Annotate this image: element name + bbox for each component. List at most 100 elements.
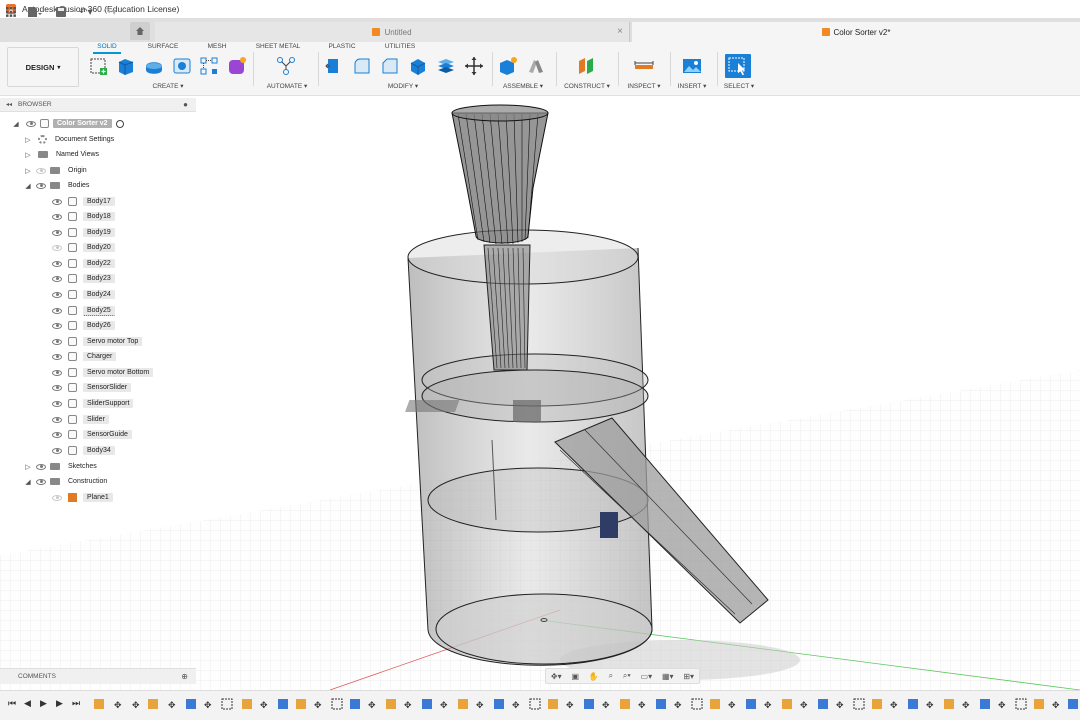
save-icon[interactable] (54, 4, 68, 20)
tree-item-body[interactable]: Body22 (52, 257, 115, 270)
tree-item-body[interactable]: SensorGuide (52, 428, 132, 441)
zoom-window-icon[interactable]: ⌕ (609, 671, 613, 681)
panel-options-icon[interactable]: ● (183, 100, 188, 109)
tree-item-named-views[interactable]: ▷ Named Views (24, 148, 99, 161)
display-settings-icon[interactable]: ▭▾ (641, 672, 653, 681)
visibility-eye-icon[interactable] (52, 400, 62, 407)
measure-icon[interactable] (634, 56, 654, 76)
tree-item-body[interactable]: Body18 (52, 210, 115, 223)
tree-item-body[interactable]: Body19 (52, 226, 115, 239)
tree-item-document-settings[interactable]: ▷ Document Settings (24, 133, 114, 146)
select-tool-button[interactable] (725, 54, 751, 78)
visibility-eye-icon[interactable] (36, 182, 46, 189)
3d-viewport[interactable] (0, 96, 1080, 690)
tree-item-body[interactable]: Servo motor Bottom (52, 366, 154, 379)
tree-item-body[interactable]: Body34 (52, 444, 115, 457)
pan-icon[interactable]: ✋ (589, 672, 599, 681)
combine-icon[interactable] (436, 56, 456, 76)
visibility-eye-icon[interactable] (52, 198, 62, 205)
expanded-icon[interactable]: ◢ (24, 182, 32, 190)
home-button[interactable] (130, 22, 150, 40)
chamfer-icon[interactable] (380, 56, 400, 76)
workspace-switcher[interactable]: DESIGN ▾ (7, 47, 79, 87)
file-menu-icon[interactable] (24, 4, 46, 20)
insert-image-icon[interactable] (682, 56, 702, 76)
look-at-icon[interactable]: ▣ (571, 672, 579, 681)
revolve-icon[interactable] (144, 56, 164, 76)
visibility-eye-icon[interactable] (52, 416, 62, 423)
visibility-eye-icon[interactable] (26, 120, 36, 127)
go-to-start-icon[interactable]: ⏮ (8, 698, 16, 709)
fillet-icon[interactable] (352, 56, 372, 76)
select-group-label[interactable]: SELECT ▾ (720, 82, 758, 90)
grid-menu-icon[interactable] (4, 4, 18, 20)
automate-group-label[interactable]: AUTOMATE ▾ (262, 82, 312, 90)
add-comment-icon[interactable]: ⊕ (181, 672, 188, 681)
visibility-eye-icon[interactable] (52, 229, 62, 236)
undo-icon[interactable]: ↶▾ (76, 4, 96, 20)
create-group-label[interactable]: CREATE ▾ (144, 82, 192, 90)
tree-item-construction[interactable]: ◢ Construction (24, 475, 107, 488)
play-icon[interactable]: ▶ (40, 698, 47, 709)
close-tab-icon[interactable]: × (617, 26, 623, 37)
visibility-eye-icon[interactable] (52, 353, 62, 360)
insert-group-label[interactable]: INSERT ▾ (672, 82, 712, 90)
assemble-group-label[interactable]: ASSEMBLE ▾ (497, 82, 549, 90)
visibility-eye-icon[interactable] (52, 244, 62, 251)
visibility-eye-icon[interactable] (52, 431, 62, 438)
tree-item-body[interactable]: Body26 (52, 319, 115, 332)
tree-item-origin[interactable]: ▷ Origin (24, 164, 87, 177)
new-component-icon[interactable] (498, 56, 518, 76)
visibility-eye-icon[interactable] (52, 322, 62, 329)
shell-icon[interactable] (408, 56, 428, 76)
visibility-eye-icon[interactable] (52, 338, 62, 345)
tab-sheet-metal[interactable]: SHEET METAL (250, 42, 306, 53)
visibility-eye-icon[interactable] (36, 167, 46, 174)
tab-solid[interactable]: SOLID (91, 42, 123, 54)
visibility-eye-icon[interactable] (52, 369, 62, 376)
collapsed-icon[interactable]: ▷ (24, 136, 32, 144)
joint-icon[interactable] (526, 56, 546, 76)
tree-item-plane[interactable]: Plane1 (52, 491, 113, 504)
move-icon[interactable] (464, 56, 484, 76)
visibility-eye-icon[interactable] (36, 463, 46, 470)
tree-item-body[interactable]: Servo motor Top (52, 335, 143, 348)
tab-mesh[interactable]: MESH (201, 42, 233, 53)
tree-item-body[interactable]: SliderSupport (52, 397, 134, 410)
tab-plastic[interactable]: PLASTIC (322, 42, 362, 53)
tree-item-body[interactable]: Body25 (52, 304, 115, 317)
visibility-eye-icon[interactable] (52, 260, 62, 267)
offset-plane-icon[interactable] (576, 56, 596, 76)
modify-group-label[interactable]: MODIFY ▾ (375, 82, 431, 90)
visibility-eye-icon[interactable] (52, 275, 62, 282)
color-sorter-model[interactable] (405, 104, 800, 680)
collapse-panel-icon[interactable]: ◂◂ (6, 101, 12, 108)
visibility-eye-icon[interactable] (52, 291, 62, 298)
tab-untitled[interactable]: Untitled × (155, 22, 630, 42)
create-sketch-icon[interactable] (89, 56, 109, 76)
pattern-icon[interactable] (199, 56, 219, 76)
tree-item-body[interactable]: Body20 (52, 241, 115, 254)
form-icon[interactable] (227, 56, 247, 76)
tree-item-body[interactable]: Body24 (52, 288, 115, 301)
zoom-icon[interactable]: ⌕▾ (623, 671, 631, 681)
hole-icon[interactable] (172, 56, 192, 76)
grid-settings-icon[interactable]: ▦▾ (662, 672, 674, 681)
timeline-features[interactable]: ✥ ✥ ✥ ✥ ✥ ✥ ✥ ✥ ✥ ✥ ✥ ✥ ✥ ✥ ✥ ✥ ✥ ✥ ✥ ✥ … (92, 697, 1080, 713)
tree-item-body[interactable]: Body23 (52, 272, 115, 285)
expanded-icon[interactable]: ◢ (12, 120, 20, 128)
visibility-eye-icon[interactable] (52, 213, 62, 220)
collapsed-icon[interactable]: ▷ (24, 151, 32, 159)
tree-item-body[interactable]: Body17 (52, 195, 115, 208)
activate-radio-icon[interactable] (115, 119, 124, 128)
tree-item-body[interactable]: Slider (52, 413, 109, 426)
go-to-end-icon[interactable]: ⏭ (72, 698, 80, 709)
visibility-eye-icon[interactable] (52, 384, 62, 391)
collapsed-icon[interactable]: ▷ (24, 463, 32, 471)
automate-icon[interactable] (276, 56, 296, 76)
comments-panel[interactable]: COMMENTS ⊕ (0, 668, 196, 684)
tree-item-bodies[interactable]: ◢ Bodies (24, 179, 89, 192)
tab-utilities[interactable]: UTILITIES (378, 42, 422, 53)
redo-icon[interactable]: ↷▾ (100, 4, 120, 20)
visibility-eye-icon[interactable] (52, 447, 62, 454)
